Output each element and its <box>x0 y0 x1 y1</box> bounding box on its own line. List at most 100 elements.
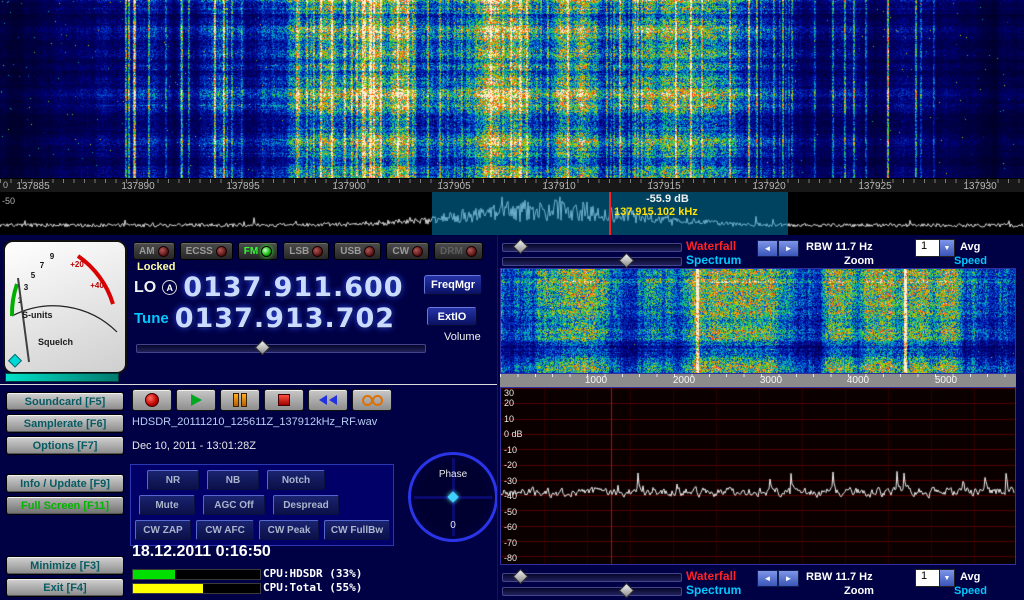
zoom-waterfall-display[interactable] <box>501 269 1015 373</box>
waterfall-contrast-slider[interactable] <box>502 243 682 252</box>
ruler-tick: 137915 <box>647 181 680 192</box>
frequency-ruler[interactable]: 137885 137890 137895 137900 137905 13791… <box>0 178 1024 193</box>
db-axis-label: 30 <box>504 388 514 398</box>
avg-label-top: Avg <box>960 241 980 253</box>
date-time-clock: 18.12.2011 0:16:50 <box>132 543 271 561</box>
tune-frequency-digits[interactable]: 0137.913.702 <box>175 303 395 334</box>
mode-usb-button[interactable]: USB <box>334 242 381 260</box>
agc-off-button[interactable]: AGC Off <box>203 495 265 515</box>
zoom-label-bottom: Zoom <box>844 585 874 597</box>
record-button[interactable] <box>132 389 172 411</box>
s-meter-gauge: 1 3 5 7 9 +20 +40 S-units Squelch <box>5 242 121 368</box>
playback-controls <box>132 389 392 411</box>
fullscreen-button[interactable]: Full Screen [F11] <box>6 496 124 515</box>
rbw-readout-bottom: RBW 11.7 Hz <box>806 571 873 583</box>
ruler-tick: 137925 <box>858 181 891 192</box>
db-axis-label: -70 <box>504 538 517 548</box>
mode-lsb-button[interactable]: LSB <box>283 242 329 260</box>
volume-slider[interactable] <box>136 344 426 353</box>
dropdown-arrow-icon[interactable]: ▼ <box>939 240 954 256</box>
avg-select-bottom[interactable]: 1▼ <box>915 569 955 587</box>
db-axis-label: 10 <box>504 414 514 424</box>
lo-frequency-digits[interactable]: 0137.911.600 <box>183 272 403 303</box>
main-waterfall-display[interactable] <box>0 0 1024 178</box>
info-update-button[interactable]: Info / Update [F9] <box>6 474 124 493</box>
stop-icon <box>278 394 290 406</box>
waterfall-contrast-slider-bottom[interactable] <box>502 573 682 582</box>
waterfall-contrast-handle-bottom[interactable] <box>513 569 529 585</box>
cw-zap-button[interactable]: CW ZAP <box>135 520 191 540</box>
loop-icon <box>362 395 373 406</box>
stop-button[interactable] <box>264 389 304 411</box>
svg-text:3: 3 <box>24 283 29 292</box>
db-axis-label: -50 <box>504 507 517 517</box>
record-icon <box>145 393 159 407</box>
loop-button[interactable] <box>352 389 392 411</box>
mode-button-row: AM ECSS FM LSB USB CW DRM <box>133 242 483 260</box>
freqmgr-button[interactable]: FreqMgr <box>424 275 482 295</box>
zoom-label-top: Zoom <box>844 255 874 267</box>
squelch-level-bar[interactable] <box>5 373 119 382</box>
mode-am-button[interactable]: AM <box>133 242 175 260</box>
volume-label: Volume <box>444 331 481 343</box>
notch-button[interactable]: Notch <box>267 470 325 490</box>
zoom-out-button-bottom[interactable]: ◄ <box>757 570 778 587</box>
audio-frequency-ruler[interactable]: 1000 2000 3000 4000 5000 <box>500 374 1016 387</box>
avg-select-top[interactable]: 1▼ <box>915 239 955 257</box>
speed-label-bottom: Speed <box>954 585 987 597</box>
rewind-button[interactable] <box>308 389 348 411</box>
zoom-in-button[interactable]: ► <box>778 240 799 257</box>
s-meter-title: S-units <box>22 310 53 320</box>
spectrum-label-top: Spectrum <box>686 253 741 267</box>
phase-indicator[interactable]: Phase 0 <box>408 452 498 542</box>
db-axis-label: -30 <box>504 476 517 486</box>
zoom-out-button[interactable]: ◄ <box>757 240 778 257</box>
cw-afc-button[interactable]: CW AFC <box>196 520 254 540</box>
zoom-waterfall-frame <box>500 268 1016 374</box>
spectrum-gain-slider[interactable] <box>502 257 682 266</box>
lock-a-badge[interactable]: A <box>162 280 177 295</box>
options-button[interactable]: Options [F7] <box>6 436 124 455</box>
strip-axis-0: 0 <box>3 180 8 190</box>
cpu-hdsdr-fill <box>133 570 175 579</box>
waterfall-label-top: Waterfall <box>686 239 736 253</box>
cpu-total-bar <box>132 583 261 594</box>
db-axis-label: 0 dB <box>504 429 523 439</box>
nr-button[interactable]: NR <box>147 470 199 490</box>
exit-button[interactable]: Exit [F4] <box>6 578 124 597</box>
db-axis-label: 20 <box>504 398 514 408</box>
db-axis-label: -20 <box>504 460 517 470</box>
zoom-spectrum-frame: 30 20 10 0 dB -10 -20 -30 -40 -50 -60 -7… <box>500 387 1016 565</box>
dropdown-arrow-icon-bottom[interactable]: ▼ <box>939 570 954 586</box>
zoom-in-button-bottom[interactable]: ► <box>778 570 799 587</box>
mode-lsb-led <box>312 246 323 257</box>
phase-value: 0 <box>411 520 495 531</box>
mini-spectrum-panel[interactable] <box>0 192 1024 235</box>
waterfall-contrast-handle[interactable] <box>513 239 529 255</box>
zoom-spectrum-display[interactable] <box>501 388 1015 564</box>
samplerate-button[interactable]: Samplerate [F6] <box>6 414 124 433</box>
db-axis-label: -60 <box>504 522 517 532</box>
spectrum-gain-handle-bottom[interactable] <box>619 583 635 599</box>
spectrum-gain-slider-bottom[interactable] <box>502 587 682 596</box>
mode-fm-button[interactable]: FM <box>238 242 278 260</box>
mode-drm-button[interactable]: DRM <box>434 242 483 260</box>
minimize-button[interactable]: Minimize [F3] <box>6 556 124 575</box>
despread-button[interactable]: Despread <box>273 495 339 515</box>
panel-divider <box>497 235 498 600</box>
pause-button[interactable] <box>220 389 260 411</box>
ruler-tick: 137900 <box>332 181 365 192</box>
mode-cw-button[interactable]: CW <box>386 242 429 260</box>
ruler2-tick: 3000 <box>760 375 782 386</box>
volume-slider-handle[interactable] <box>255 340 271 356</box>
mode-ecss-button[interactable]: ECSS <box>180 242 233 260</box>
cw-fullbw-button[interactable]: CW FullBw <box>324 520 390 540</box>
soundcard-button[interactable]: Soundcard [F5] <box>6 392 124 411</box>
mute-button[interactable]: Mute <box>139 495 195 515</box>
spectrum-gain-handle[interactable] <box>619 253 635 269</box>
cw-peak-button[interactable]: CW Peak <box>259 520 319 540</box>
nb-button[interactable]: NB <box>207 470 259 490</box>
extio-button[interactable]: ExtIO <box>427 307 477 326</box>
play-button[interactable] <box>176 389 216 411</box>
zoom-spinner-top: ◄► <box>757 240 799 257</box>
